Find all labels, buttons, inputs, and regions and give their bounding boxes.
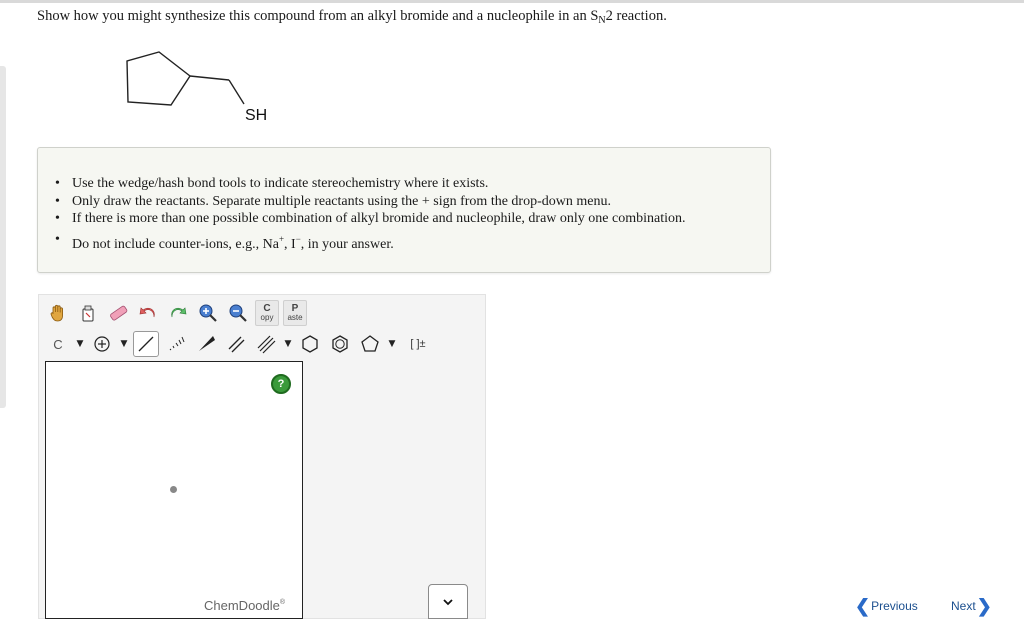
sh-label: SH	[245, 107, 268, 124]
element-carbon-button[interactable]: C	[45, 331, 71, 357]
chevron-down-icon	[443, 598, 453, 605]
zoom-in-icon[interactable]	[195, 300, 221, 326]
charge-dropdown-caret[interactable]: ▼	[119, 331, 129, 357]
undo-icon[interactable]	[135, 300, 161, 326]
bracket-charge-button[interactable]: [ ]±	[405, 331, 431, 357]
left-scrollbar[interactable]	[0, 66, 6, 408]
canvas-cursor-dot	[170, 486, 177, 493]
single-bond-icon[interactable]	[133, 331, 159, 357]
benzene-ring-icon[interactable]	[327, 331, 353, 357]
chevron-left-icon: ❮	[855, 596, 871, 616]
wedge-bond-icon[interactable]	[193, 331, 219, 357]
top-divider	[0, 0, 1024, 3]
instruction-item: • Only draw the reactants. Separate multi…	[55, 193, 611, 209]
copy-button[interactable]: C opy	[255, 300, 279, 326]
question-text: Show how you might synthesize this compo…	[37, 8, 667, 26]
chemdoodle-brand: ChemDoodle®	[204, 598, 286, 613]
hand-pan-icon[interactable]	[45, 300, 71, 326]
charge-plus-icon[interactable]	[89, 331, 115, 357]
element-dropdown-caret[interactable]: ▼	[75, 331, 85, 357]
help-button[interactable]: ?	[271, 374, 291, 394]
chevron-right-icon: ❯	[976, 596, 992, 616]
previous-button[interactable]: ❮ Previous	[855, 597, 918, 615]
redo-icon[interactable]	[165, 300, 191, 326]
previous-label: Previous	[871, 599, 918, 613]
instruction-item: • If there is more than one possible comb…	[55, 211, 686, 226]
hash-bond-icon[interactable]	[163, 331, 189, 357]
cyclopentane-ring-icon[interactable]	[357, 331, 383, 357]
paste-button[interactable]: P aste	[283, 300, 307, 326]
triple-bond-icon[interactable]	[253, 331, 279, 357]
toolbar-row-2: C ▼ ▼ ▼ ▼ [ ]±	[45, 331, 431, 357]
eraser-icon[interactable]	[105, 300, 131, 326]
drawing-canvas[interactable]: ? ChemDoodle®	[45, 361, 303, 619]
instruction-item: • Do not include counter-ions, e.g., Na+,…	[55, 231, 394, 252]
toolbar-row-1: C opy P aste	[45, 300, 307, 326]
next-button[interactable]: Next ❯	[951, 597, 992, 615]
target-molecule: SH	[110, 38, 290, 133]
double-bond-icon[interactable]	[223, 331, 249, 357]
cyclohexane-ring-icon[interactable]	[297, 331, 323, 357]
clear-icon[interactable]	[75, 300, 101, 326]
ring-dropdown-caret[interactable]: ▼	[387, 331, 397, 357]
chemdoodle-editor: C opy P aste C ▼ ▼ ▼ ▼ []± ? ChemDoodle…	[38, 294, 486, 619]
instruction-item: • Use the wedge/hash bond tools to indica…	[55, 176, 489, 191]
reaction-select[interactable]	[428, 584, 468, 619]
instructions-box: • Use the wedge/hash bond tools to indica…	[37, 147, 771, 273]
next-label: Next	[951, 599, 976, 613]
zoom-out-icon[interactable]	[225, 300, 251, 326]
bond-dropdown-caret[interactable]: ▼	[283, 331, 293, 357]
